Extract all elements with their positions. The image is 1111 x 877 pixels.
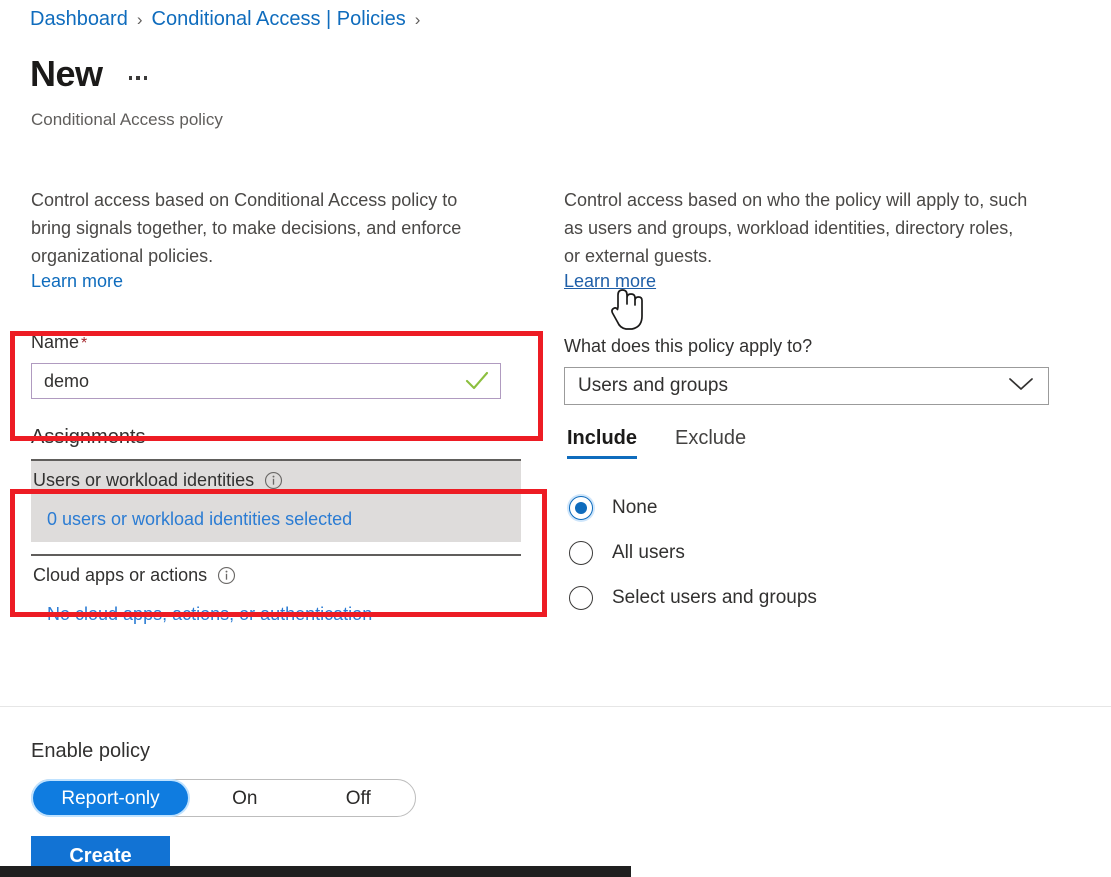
footer-divider — [0, 706, 1111, 707]
breadcrumb: Dashboard › Conditional Access | Policie… — [30, 8, 429, 31]
bottom-black-bar — [0, 866, 631, 877]
radio-indicator[interactable] — [569, 541, 593, 565]
name-input[interactable] — [32, 364, 464, 398]
radio-option-all-users[interactable]: All users — [569, 530, 1064, 575]
assignment-cloud-apps-value[interactable]: No cloud apps, actions, or authenticatio… — [31, 604, 521, 625]
toggle-option-report-only[interactable]: Report-only — [33, 781, 188, 815]
radio-label: None — [612, 497, 657, 519]
assignment-cloud-apps-title-text: Cloud apps or actions — [33, 565, 207, 586]
left-learn-more-link[interactable]: Learn more — [31, 271, 123, 292]
ellipsis-dot — [144, 76, 148, 80]
page-title-row: New — [30, 56, 149, 92]
left-description: Control access based on Conditional Acce… — [31, 186, 483, 270]
radio-option-none[interactable]: None — [569, 485, 1064, 530]
toggle-option-off[interactable]: Off — [302, 789, 416, 808]
enable-policy-toggle[interactable]: Report-only On Off — [31, 779, 416, 817]
name-label-text: Name — [31, 332, 79, 352]
radio-label: Select users and groups — [612, 587, 817, 609]
tab-include[interactable]: Include — [567, 427, 637, 459]
assignment-users-row[interactable]: Users or workload identities 0 users or … — [31, 461, 521, 542]
assignment-cloud-apps-title: Cloud apps or actions — [31, 565, 521, 586]
enable-policy-label: Enable policy — [31, 740, 150, 763]
assignment-cloud-apps-row[interactable]: Cloud apps or actions No cloud apps, act… — [31, 556, 521, 637]
policy-applies-to-label: What does this policy apply to? — [564, 336, 1064, 357]
page-title: New — [30, 56, 103, 92]
breadcrumb-item-dashboard[interactable]: Dashboard — [30, 8, 128, 31]
more-actions-icon[interactable] — [127, 70, 150, 86]
breadcrumb-item-conditional-access-policies[interactable]: Conditional Access | Policies — [152, 8, 406, 31]
info-icon[interactable] — [217, 566, 236, 585]
include-exclude-tabs: Include Exclude — [564, 427, 1064, 459]
checkmark-icon — [464, 371, 490, 391]
policy-applies-to-select[interactable]: Users and groups — [564, 367, 1049, 405]
assignments-heading: Assignments — [31, 426, 531, 449]
ellipsis-dot — [129, 76, 133, 80]
assignment-users-title: Users or workload identities — [31, 470, 521, 491]
page-subtitle: Conditional Access policy — [31, 110, 223, 130]
assignment-users-title-text: Users or workload identities — [33, 470, 254, 491]
left-column: Control access based on Conditional Acce… — [31, 186, 531, 637]
radio-indicator[interactable] — [569, 586, 593, 610]
policy-applies-to-value: Users and groups — [578, 375, 728, 397]
assignment-users-value[interactable]: 0 users or workload identities selected — [31, 509, 521, 530]
right-description: Control access based on who the policy w… — [564, 186, 1034, 270]
target-radio-group: None All users Select users and groups — [564, 485, 1064, 620]
name-input-wrapper[interactable] — [31, 363, 501, 399]
radio-indicator[interactable] — [569, 496, 593, 520]
toggle-option-on[interactable]: On — [188, 789, 302, 808]
tab-exclude[interactable]: Exclude — [675, 427, 746, 459]
radio-label: All users — [612, 542, 685, 564]
right-learn-more-link[interactable]: Learn more — [564, 271, 656, 292]
info-icon[interactable] — [264, 471, 283, 490]
breadcrumb-chevron-icon: › — [415, 10, 421, 30]
ellipsis-dot — [136, 76, 140, 80]
required-indicator: * — [81, 335, 87, 352]
right-column: Control access based on who the policy w… — [564, 186, 1064, 620]
radio-option-select-users-and-groups[interactable]: Select users and groups — [569, 575, 1064, 620]
breadcrumb-chevron-icon: › — [137, 10, 143, 30]
chevron-down-icon — [1008, 376, 1034, 397]
name-field-label: Name* — [31, 332, 531, 353]
